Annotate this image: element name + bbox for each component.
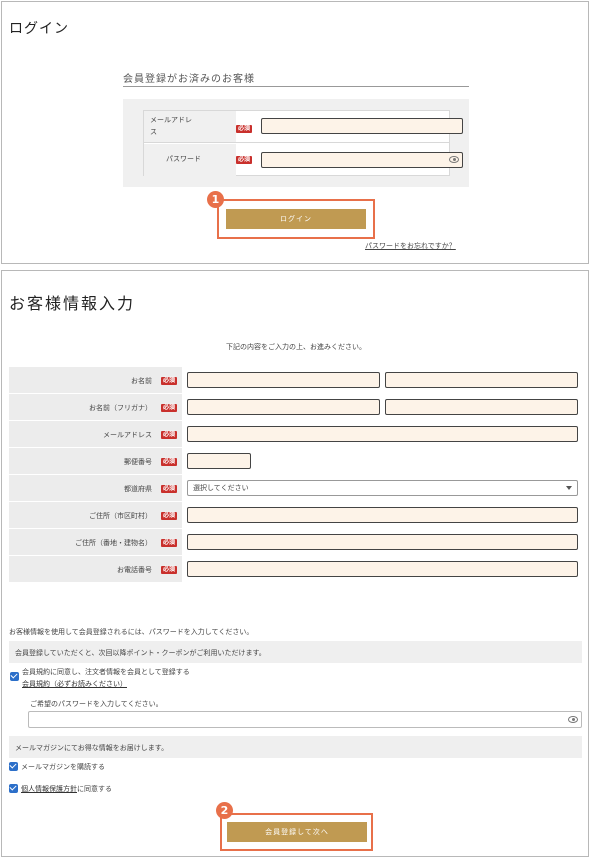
points-note: 会員登録していただくと、次回以降ポイント・クーポンがご利用いただけます。 [9,641,582,663]
label-cell: お電話番号 必須 [9,556,182,582]
city-row: ご住所（市区町村） 必須 [9,502,582,529]
furigana-row: お名前（フリガナ） 必須 [9,394,582,421]
phone-label: お電話番号 [117,566,152,574]
required-badge: 必須 [160,485,177,493]
last-name-kana-input[interactable] [187,399,380,415]
chevron-down-icon [566,486,572,490]
agree-terms-checkbox[interactable] [10,672,19,681]
step-badge-1: 1 [207,191,224,208]
login-form-table: メールアドレ ス 必須 パスワード 必須 [143,110,463,176]
required-badge: 必須 [236,156,253,164]
prefecture-label: 都道府県 [124,485,152,493]
name-label: お名前 [131,377,152,385]
login-title: ログイン [9,21,69,37]
prefecture-select[interactable]: 選択してください [187,480,578,496]
privacy-checkbox[interactable] [9,784,18,793]
prefecture-placeholder: 選択してください [193,484,249,492]
required-badge: 必須 [160,458,177,466]
password-label: パスワード [166,155,201,163]
heading-divider [123,86,469,87]
email-label: メールアドレ ス [150,116,192,136]
email-row: メールアドレス 必須 [9,421,582,448]
first-name-input[interactable] [385,372,578,388]
registration-intro: 下記の内容をご入力の上、お進みください。 [226,343,366,351]
email-row: メールアドレ ス 必須 [144,111,463,143]
address-label: ご住所（番地・建物名） [75,539,152,547]
phone-row: お電話番号 必須 [9,556,582,583]
login-button[interactable]: ログイン [226,209,366,229]
required-badge: 必須 [160,512,177,520]
city-label: ご住所（市区町村） [89,512,152,520]
label-cell: お名前 必須 [9,367,182,393]
name-row: お名前 必須 [9,367,582,394]
registration-title: お客様情報入力 [9,294,136,313]
register-next-button[interactable]: 会員登録して次へ [227,822,367,842]
label-cell: ご住所（市区町村） 必須 [9,502,182,528]
eye-icon[interactable] [449,156,459,163]
address-input[interactable] [187,534,578,550]
password-input[interactable] [261,152,463,168]
mail-magazine-note: メールマガジンにてお得な情報をお届けします。 [9,736,582,758]
email-input[interactable] [261,118,463,134]
email-label: メールアドレス [103,431,152,439]
terms-link[interactable]: 会員規約（必ずお読みください） [22,679,127,689]
password-note: お客様情報を使用して会員登録されるには、パスワードを入力してください。 [9,628,254,636]
city-input[interactable] [187,507,578,523]
postal-label: 郵便番号 [124,458,152,466]
subscribe-label: メールマガジンを購読する [21,763,105,771]
password-row: パスワード 必須 [144,144,463,176]
privacy-agree: 個人情報保護方針に同意する [21,785,112,793]
label-cell: 都道府県 必須 [9,475,182,501]
subscribe-checkbox[interactable] [9,762,18,771]
required-badge: 必須 [236,125,253,133]
postal-code-input[interactable] [187,453,251,469]
label-cell: 郵便番号 必須 [9,448,182,474]
email-input[interactable] [187,426,578,442]
phone-input[interactable] [187,561,578,577]
forgot-password-link[interactable]: パスワードをお忘れですか？ [365,241,456,251]
eye-icon[interactable] [568,716,578,723]
privacy-link[interactable]: 個人情報保護方針 [21,785,77,793]
prefecture-row: 都道府県 必須 選択してください [9,475,582,502]
password-prompt: ご希望のパスワードを入力してください。 [30,700,163,708]
postal-row: 郵便番号 必須 [9,448,582,475]
address-row: ご住所（番地・建物名） 必須 [9,529,582,556]
new-password-input[interactable] [28,711,582,728]
login-form: メールアドレ ス 必須 パスワード 必須 [123,99,469,187]
agree-terms-label: 会員規約に同意し、注文者情報を会員として登録する [22,668,190,676]
required-badge: 必須 [160,431,177,439]
last-name-input[interactable] [187,372,380,388]
required-badge: 必須 [160,539,177,547]
required-badge: 必須 [160,404,177,412]
email-label-cell: メールアドレ ス [144,111,236,142]
first-name-kana-input[interactable] [385,399,578,415]
step-badge-2: 2 [216,802,233,819]
label-cell: お名前（フリガナ） 必須 [9,394,182,420]
required-badge: 必須 [160,377,177,385]
furigana-label: お名前（フリガナ） [89,404,152,412]
label-cell: メールアドレス 必須 [9,421,182,447]
required-badge: 必須 [160,566,177,574]
login-panel: ログイン 会員登録がお済みのお客様 メールアドレ ス 必須 パスワード 必須 1… [1,1,589,264]
member-heading: 会員登録がお済みのお客様 [123,74,255,85]
registration-panel: お客様情報入力 下記の内容をご入力の上、お進みください。 お名前 必須 お名前（… [1,270,589,857]
label-cell: ご住所（番地・建物名） 必須 [9,529,182,555]
customer-info-table: お名前 必須 お名前（フリガナ） 必須 メールアドレス 必須 郵便番号 必須 都… [9,367,582,583]
password-label-cell: パスワード [144,144,236,176]
